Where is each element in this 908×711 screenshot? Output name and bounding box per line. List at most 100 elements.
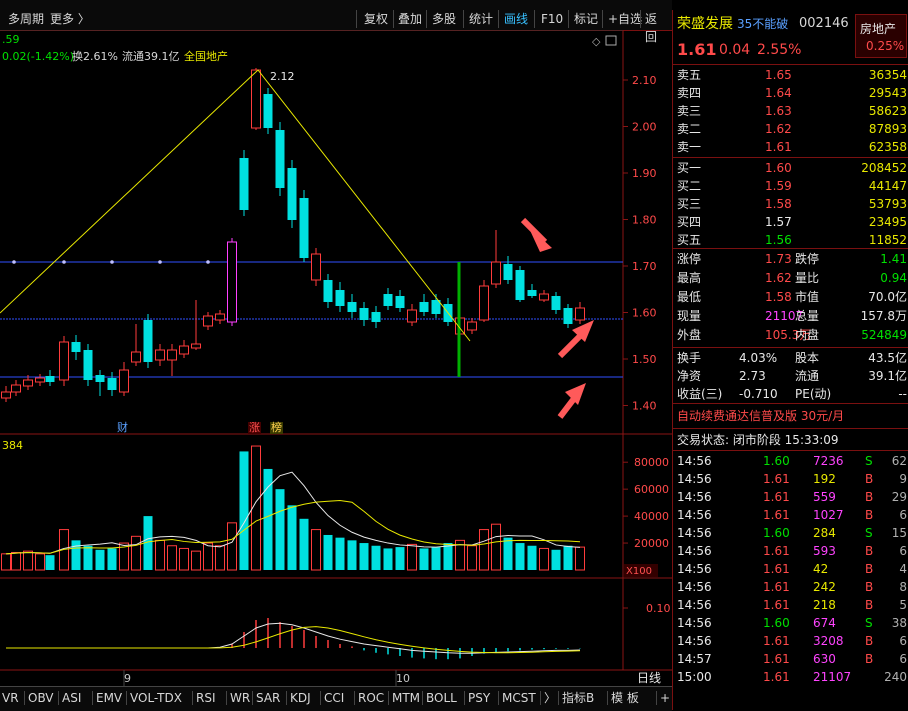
draw-line-button[interactable]: 画线 [500, 10, 532, 28]
volume-bar [335, 537, 345, 570]
mark-button[interactable]: 标记 [570, 10, 602, 28]
tick-direction: B [865, 490, 874, 504]
stat-label: 最低 [677, 290, 702, 304]
candle [419, 294, 429, 316]
kline-chart-area[interactable]: .59 0.02(-1.42%) 换2.61% 流通39.1亿 全国地产 ◇ 2… [0, 29, 672, 686]
stat-label: 跌停 [795, 252, 820, 266]
indicator-tab[interactable]: SAR [256, 687, 280, 709]
bid-volume: 23495 [868, 215, 907, 229]
bid-volume: 44147 [868, 179, 907, 193]
indicator-tab[interactable]: WR [230, 687, 250, 709]
candle [395, 290, 405, 312]
f10-button[interactable]: F10 [537, 10, 567, 28]
candle [215, 310, 225, 324]
multi-period-button[interactable]: 多周期 [4, 10, 48, 28]
price-tick: 1.70 [632, 260, 657, 273]
stat-label: 最高 [677, 271, 702, 285]
volume-tick: 80000 [634, 456, 669, 469]
indicator-tab[interactable]: RSI [196, 687, 216, 709]
indicator-tab[interactable]: PSY [468, 687, 490, 709]
promo-link[interactable]: 自动续费通达信普及版 30元/月 [677, 407, 844, 425]
indicator-tab[interactable]: VR [2, 687, 19, 709]
volume-bar [83, 545, 93, 570]
bid-label: 买一 [677, 161, 702, 175]
candle [71, 335, 81, 360]
tick-count: 6 [899, 508, 907, 522]
multi-stock-button[interactable]: 多股 [428, 10, 460, 28]
indicator-tab[interactable]: KDJ [290, 687, 311, 709]
candle [83, 344, 93, 386]
indicator-tab[interactable]: MTM [392, 687, 420, 709]
candle [539, 290, 549, 302]
ask-price: 1.61 [765, 140, 792, 154]
volume-bar [179, 547, 189, 571]
ask-volume: 87893 [868, 122, 907, 136]
tick-direction: B [865, 472, 874, 486]
tick-direction: S [865, 526, 873, 540]
volume-bar [479, 529, 489, 571]
fund-label: PE(动) [795, 387, 832, 401]
tick-count: 5 [899, 598, 907, 612]
ask-label: 卖四 [677, 86, 702, 100]
fund-value: 43.5亿 [868, 351, 907, 365]
month-label-10: 10 [396, 672, 410, 685]
stats-button[interactable]: 统计 [465, 10, 497, 28]
indicator-tab[interactable]: CCI [324, 687, 344, 709]
stat-label: 总量 [795, 309, 820, 323]
volume-bar [131, 535, 141, 571]
indicator-tab[interactable]: MCST [502, 687, 536, 709]
back-button[interactable]: 返回 [641, 10, 672, 44]
indicator-tab[interactable]: ASI [62, 687, 81, 709]
stat-label: 现量 [677, 309, 702, 323]
tick-volume: 3208 [813, 634, 844, 648]
fund-label: 收益(三) [677, 387, 723, 401]
tick-volume: 593 [813, 544, 836, 558]
tick-volume: 21107 [813, 670, 852, 684]
candle [155, 344, 165, 366]
fund-label: 流通 [795, 369, 820, 383]
stat-value: 0.94 [880, 271, 907, 285]
candle [503, 256, 513, 284]
high-label: 2.12 [270, 70, 295, 83]
candle [479, 280, 489, 322]
indicator-tab[interactable]: 〉 [544, 687, 556, 709]
candle [491, 230, 501, 288]
candle [575, 302, 585, 324]
candle [515, 266, 525, 302]
tick-direction: S [865, 454, 873, 468]
overlay-button[interactable]: 叠加 [394, 10, 426, 28]
indicator-tab[interactable]: 模 板 [611, 687, 639, 709]
tick-count: 9 [899, 472, 907, 486]
indicator-tab[interactable]: OBV [28, 687, 54, 709]
tick-time: 14:56 [677, 598, 712, 612]
indicator-tab[interactable]: BOLL [426, 687, 457, 709]
bid-volume: 53793 [868, 197, 907, 211]
volume-bar [347, 540, 357, 570]
volume-bar [491, 523, 501, 571]
volume-tick: 40000 [634, 510, 669, 523]
volume-bar [503, 537, 513, 570]
indicator-tab[interactable]: + [660, 687, 670, 709]
indicator-tab[interactable]: VOL-TDX [130, 687, 182, 709]
macd-tick: 0.10 [646, 602, 671, 615]
tick-count: 6 [899, 634, 907, 648]
candle [371, 306, 381, 328]
indicator-tab[interactable]: ROC [358, 687, 384, 709]
marker-zhang: 涨 [249, 421, 260, 434]
tick-time: 14:56 [677, 580, 712, 594]
stat-value: 1.73 [765, 252, 792, 266]
indicator-tab[interactable]: 指标B [562, 687, 594, 709]
candle [359, 302, 369, 326]
tick-price: 1.61 [763, 562, 790, 576]
tick-price: 1.61 [763, 472, 790, 486]
tick-direction: B [865, 508, 874, 522]
tick-count: 8 [899, 580, 907, 594]
volume-bar [95, 549, 105, 570]
bid-label: 买三 [677, 197, 702, 211]
fuquan-button[interactable]: 复权 [360, 10, 392, 28]
price-tick: 2.10 [632, 74, 657, 87]
more-button[interactable]: 更多 〉 [46, 10, 94, 28]
tick-volume: 284 [813, 526, 836, 540]
volume-bar [311, 529, 321, 571]
indicator-tab[interactable]: EMV [96, 687, 122, 709]
